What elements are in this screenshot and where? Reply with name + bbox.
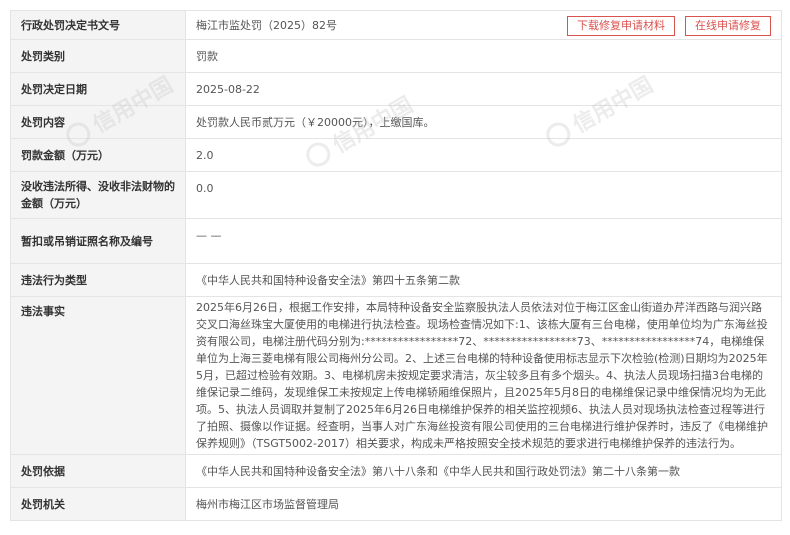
row-value: 罚款: [185, 39, 782, 73]
row-value: — —: [185, 218, 782, 264]
page: 行政处罚决定书文号 梅江市监处罚（2025）82号 下载修复申请材料 在线申请修…: [0, 0, 790, 535]
table-row: 违法事实 2025年6月26日，根据工作安排，本局特种设备安全监察股执法人员依法…: [10, 296, 782, 455]
table-row: 处罚依据 《中华人民共和国特种设备安全法》第八十八条和《中华人民共和国行政处罚法…: [10, 454, 782, 488]
row-label: 违法事实: [10, 296, 186, 455]
table-row: 没收违法所得、没收非法财物的金额（万元） 0.0: [10, 171, 782, 219]
table-row: 罚款金额（万元） 2.0: [10, 138, 782, 172]
row-value: 处罚款人民币贰万元（￥20000元），上缴国库。: [185, 105, 782, 139]
row-label: 处罚依据: [10, 454, 186, 488]
table-row: 处罚决定日期 2025-08-22: [10, 72, 782, 106]
row-value: 《中华人民共和国特种设备安全法》第八十八条和《中华人民共和国行政处罚法》第二十八…: [185, 454, 782, 488]
row-label: 处罚机关: [10, 487, 186, 521]
row-label: 罚款金额（万元）: [10, 138, 186, 172]
row-label: 处罚决定日期: [10, 72, 186, 106]
table-row: 暂扣或吊销证照名称及编号 — —: [10, 218, 782, 264]
row-value: 《中华人民共和国特种设备安全法》第四十五条第二款: [185, 263, 782, 297]
table-row: 处罚内容 处罚款人民币贰万元（￥20000元），上缴国库。: [10, 105, 782, 139]
row-label: 处罚内容: [10, 105, 186, 139]
row-value: 2.0: [185, 138, 782, 172]
table-row: 行政处罚决定书文号 梅江市监处罚（2025）82号 下载修复申请材料 在线申请修…: [10, 10, 782, 40]
row-value-cell: 梅江市监处罚（2025）82号 下载修复申请材料 在线申请修复: [185, 10, 782, 40]
decision-number: 梅江市监处罚（2025）82号: [196, 18, 337, 32]
table-row: 处罚机关 梅州市梅江区市场监督管理局: [10, 487, 782, 521]
row-value: 2025-08-22: [185, 72, 782, 106]
row-label: 处罚类别: [10, 39, 186, 73]
row-value: 0.0: [185, 171, 782, 219]
row-value: 2025年6月26日，根据工作安排，本局特种设备安全监察股执法人员依法对位于梅江…: [185, 296, 782, 455]
row-value: 梅州市梅江区市场监督管理局: [185, 487, 782, 521]
online-repair-application-button[interactable]: 在线申请修复: [685, 16, 771, 36]
row-label: 行政处罚决定书文号: [10, 10, 186, 40]
row-label: 违法行为类型: [10, 263, 186, 297]
row-label: 没收违法所得、没收非法财物的金额（万元）: [10, 171, 186, 219]
table-row: 违法行为类型 《中华人民共和国特种设备安全法》第四十五条第二款: [10, 263, 782, 297]
table-row: 处罚类别 罚款: [10, 39, 782, 73]
action-buttons: 下载修复申请材料 在线申请修复: [567, 16, 771, 36]
download-repair-materials-button[interactable]: 下载修复申请材料: [567, 16, 675, 36]
penalty-info-table: 行政处罚决定书文号 梅江市监处罚（2025）82号 下载修复申请材料 在线申请修…: [10, 10, 782, 521]
row-label: 暂扣或吊销证照名称及编号: [10, 218, 186, 264]
